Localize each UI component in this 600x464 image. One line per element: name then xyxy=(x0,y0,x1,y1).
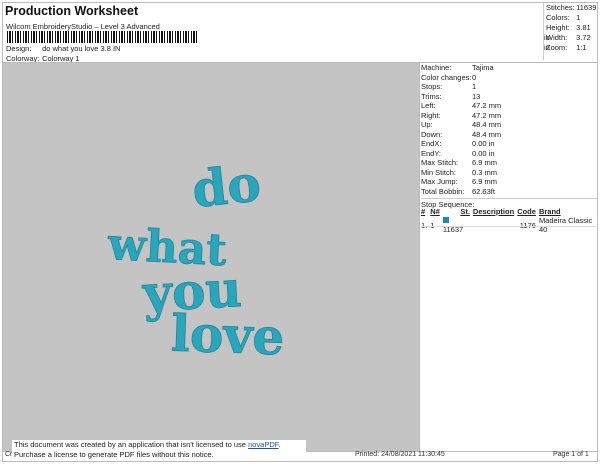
info-label: Total Bobbin: xyxy=(421,186,465,196)
stitch-count-cell: 11637 xyxy=(442,216,473,234)
info-label: Trims: xyxy=(421,91,442,101)
info-row: Color changes:0 xyxy=(421,73,598,83)
stat-row: Zoom: 1:1 xyxy=(544,43,598,53)
stat-row: Height: 3.81 in xyxy=(544,23,598,42)
info-value: 1 xyxy=(472,82,477,91)
stat-row: Colors: 1 xyxy=(544,13,598,23)
stat-label: Colors: xyxy=(546,13,570,22)
notice-line-1: This document was created by an applicat… xyxy=(14,440,281,449)
col-header: Code xyxy=(517,207,536,216)
info-label: EndX: xyxy=(421,139,442,148)
info-label: Color changes: xyxy=(421,72,472,82)
novapdf-link[interactable]: novaPDF xyxy=(248,440,278,449)
machine-info: Machine: Tajima Color changes:0 Stops: 1 Trim… xyxy=(421,63,598,196)
stat-value: 1:1 xyxy=(576,43,587,52)
needle-number: 1 xyxy=(430,220,435,230)
info-row: Right: 47.2 mm xyxy=(421,111,598,121)
stat-label: Stitches: xyxy=(546,3,575,12)
stat-value: 11639 xyxy=(576,3,597,12)
info-row: Min Stitch: 0.3 mm xyxy=(421,168,598,178)
info-row: Machine: Tajima xyxy=(421,63,598,73)
design-preview: do what you love xyxy=(3,63,419,451)
info-value: 0.00 in xyxy=(472,139,495,148)
info-row: Max Jump: 6.9 mm xyxy=(421,177,598,187)
stat-value: 1 xyxy=(576,13,581,22)
divider xyxy=(421,226,598,227)
info-label: Left: xyxy=(421,101,436,110)
info-value: 0.00 in xyxy=(472,148,495,158)
info-row: Trims: 13 xyxy=(421,92,598,102)
thread-code: 1176 xyxy=(519,220,536,230)
stat-label: Width: xyxy=(546,33,568,42)
table-row: 1. 1 11637 1176 Madeira Classic 40 xyxy=(421,216,600,234)
stat-row: Width: 3.72 in xyxy=(544,33,598,52)
col-header: N# xyxy=(430,207,440,216)
description xyxy=(473,216,517,234)
table-header: # N# St. Description Code Brand xyxy=(421,207,600,216)
info-row: EndX: 0.00 in xyxy=(421,139,598,149)
thread-brand: Madeira Classic 40 xyxy=(538,216,593,234)
info-row: Up: 48.4 mm xyxy=(421,120,598,130)
stat-label: Height: xyxy=(546,23,570,32)
info-row: Left: 47.2 mm xyxy=(421,101,598,111)
info-label: Min Stitch: xyxy=(421,167,457,177)
embroidery-artwork: do what you love xyxy=(105,153,285,367)
page-title: Production Worksheet xyxy=(5,4,139,18)
software-name: Wilcom EmbroideryStudio – Level 3 Advanc… xyxy=(6,22,160,31)
worksheet-header: Production Worksheet Wilcom EmbroiderySt… xyxy=(3,3,418,63)
info-row: Down: 48.4 mm xyxy=(421,130,598,140)
design-row: Design: do what you love 3.8 IN xyxy=(6,44,120,53)
info-label: Right: xyxy=(421,110,441,120)
info-value: 48.4 mm xyxy=(472,120,502,129)
notice-text: This document was created by an applicat… xyxy=(14,440,246,449)
design-label: Design: xyxy=(6,44,32,53)
info-label: Stops: xyxy=(421,82,443,91)
info-row: Max Stitch: 6.9 mm xyxy=(421,158,598,168)
color-swatch xyxy=(442,217,449,223)
info-row: Total Bobbin: 62.63ft xyxy=(421,187,598,197)
info-row: Stops: 1 xyxy=(421,82,598,92)
info-row: EndY: 0.00 in xyxy=(421,149,598,159)
info-label: Max Jump: xyxy=(421,177,458,186)
info-label: Machine: xyxy=(421,63,452,72)
stop-sequence-table: # N# St. Description Code Brand 1. 1 116… xyxy=(421,207,600,234)
stat-row: Stitches: 11639 xyxy=(544,3,598,13)
info-label: EndY: xyxy=(421,148,442,158)
col-header: Brand xyxy=(538,207,561,216)
design-value: do what you love 3.8 IN xyxy=(42,44,121,53)
stop-number: 1. xyxy=(421,220,428,230)
info-value: 13 xyxy=(472,91,481,101)
info-value: 47.2 mm xyxy=(472,101,502,110)
info-value: 6.9 mm xyxy=(472,158,498,167)
info-value: Tajima xyxy=(472,63,494,72)
info-label: Down: xyxy=(421,129,443,139)
divider xyxy=(419,63,420,451)
printed-date: Printed: 24/08/2021 11:30:45 xyxy=(355,451,445,458)
col-header: St. xyxy=(460,207,470,216)
info-label: Up: xyxy=(421,120,433,129)
stats-box: Stitches: 11639 Colors: 1 Height: 3.81 i… xyxy=(543,3,598,60)
stat-label: Zoom: xyxy=(546,43,568,52)
col-header: # xyxy=(421,207,426,216)
license-notice: This document was created by an applicat… xyxy=(12,440,306,460)
page-number: Page 1 of 1 xyxy=(553,451,589,458)
barcode xyxy=(7,31,197,43)
info-label: Max Stitch: xyxy=(421,158,459,167)
info-value: 6.9 mm xyxy=(472,177,498,186)
col-header: Description xyxy=(472,207,515,216)
info-value: 0.3 mm xyxy=(472,167,498,177)
artwork-line: love xyxy=(170,304,285,367)
artwork-line: do xyxy=(189,153,263,219)
notice-line-2: Purchase a license to generate PDF files… xyxy=(14,450,214,459)
info-value: 47.2 mm xyxy=(472,110,502,120)
info-value: 0 xyxy=(472,72,477,82)
info-value: 48.4 mm xyxy=(472,129,502,139)
info-value: 62.63ft xyxy=(472,186,495,196)
